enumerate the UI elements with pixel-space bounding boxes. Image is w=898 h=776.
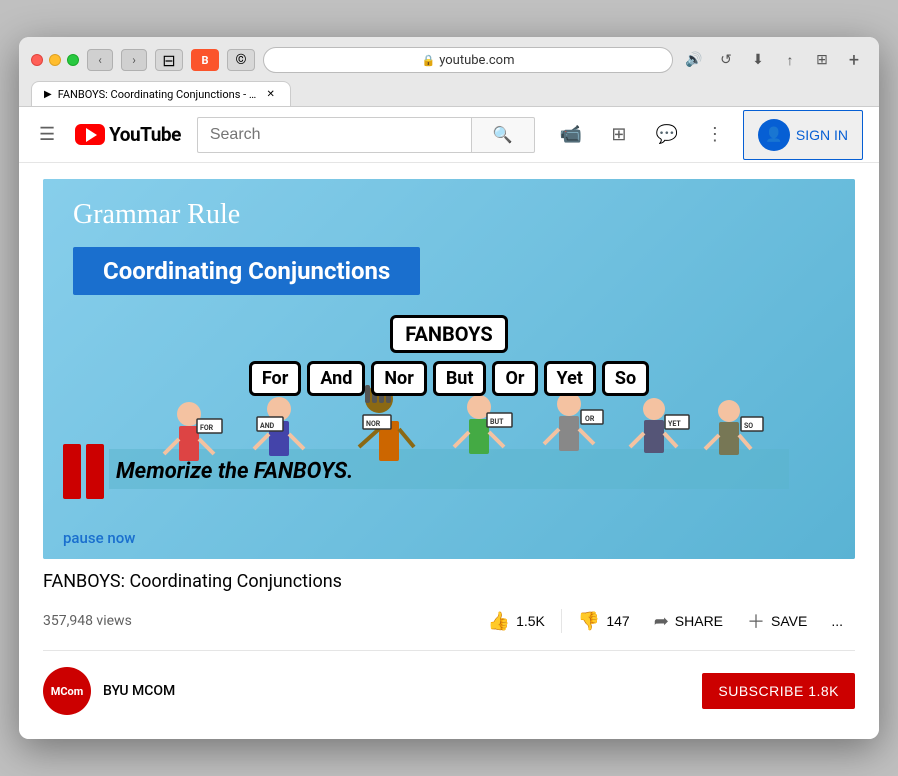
address-text: youtube.com: [439, 53, 514, 68]
fanboys-but: But: [433, 361, 487, 396]
tab-favicon: ▶: [44, 89, 52, 100]
like-button[interactable]: 👍 1.5K: [476, 603, 557, 640]
sidebar-toggle[interactable]: ⊟: [155, 49, 183, 71]
yt-logo-icon: [75, 124, 105, 145]
search-input[interactable]: [197, 117, 471, 153]
channel-avatar-text: MCom: [51, 685, 84, 698]
save-button[interactable]: ＋ SAVE: [735, 600, 819, 642]
play-triangle: [86, 128, 97, 142]
youtube-header: ☰ YouTube 🔍 📹 ⊞ 💬 ⋮ 👤 SIGN IN: [19, 107, 879, 163]
title-bar: ‹ › ⊟ B © 🔒 youtube.com 🔊 ↺ ⬇ ↑ ⊞ +: [19, 37, 879, 107]
video-content: Grammar Rule Coordinating Conjunctions F…: [43, 179, 855, 559]
forward-button[interactable]: ›: [121, 49, 147, 71]
brave-icon[interactable]: B: [191, 49, 219, 71]
subscribe-button[interactable]: SUBSCRIBE 1.8K: [702, 673, 855, 709]
speaker-icon[interactable]: 🔊: [681, 49, 707, 71]
download-icon[interactable]: ⬇: [745, 49, 771, 71]
share-button[interactable]: ➦ SHARE: [642, 603, 735, 640]
menu-icon[interactable]: ☰: [35, 120, 59, 149]
video-title: FANBOYS: Coordinating Conjunctions: [43, 571, 855, 592]
save-icon: ＋: [747, 608, 765, 634]
share-icon: ➦: [654, 611, 669, 632]
lock-icon: 🔒: [422, 54, 436, 67]
back-button[interactable]: ‹: [87, 49, 113, 71]
more-icon: ...: [831, 613, 843, 629]
channel-name: BYU MCOM: [103, 683, 175, 699]
thumb-up-icon: 👍: [488, 611, 510, 632]
tab-close-button[interactable]: ✕: [264, 87, 278, 101]
thumb-down-icon: 👎: [578, 611, 600, 632]
fanboys-yet: Yet: [544, 361, 596, 396]
fanboys-section: FANBOYS For And Nor But Or Yet So: [73, 315, 825, 396]
video-thumbnail[interactable]: Grammar Rule Coordinating Conjunctions F…: [43, 179, 855, 559]
sign-in-avatar: 👤: [758, 119, 790, 151]
dislike-button[interactable]: 👎 147: [566, 603, 642, 640]
address-bar[interactable]: 🔒 youtube.com: [263, 47, 673, 73]
video-actions: 👍 1.5K 👎 147 ➦ SHARE ＋: [476, 600, 855, 642]
apps-icon[interactable]: ⊞: [599, 115, 639, 155]
video-container: Grammar Rule Coordinating Conjunctions F…: [19, 163, 879, 739]
address-bar-row: 🔒 youtube.com: [263, 47, 673, 73]
like-count: 1.5K: [516, 613, 545, 629]
messenger-icon[interactable]: 💬: [647, 115, 687, 155]
share-browser-icon[interactable]: ↑: [777, 49, 803, 71]
minimize-button[interactable]: [49, 54, 61, 66]
yt-logo-text: YouTube: [109, 123, 181, 146]
channel-row: MCom BYU MCOM SUBSCRIBE 1.8K: [43, 659, 855, 715]
fanboys-so: So: [602, 361, 649, 396]
video-info: FANBOYS: Coordinating Conjunctions 357,9…: [43, 559, 855, 723]
close-button[interactable]: [31, 54, 43, 66]
separator: [43, 650, 855, 651]
search-container: 🔍: [197, 117, 535, 153]
fanboys-nor: Nor: [371, 361, 426, 396]
video-stats-row: 357,948 views 👍 1.5K 👎 147 ➦: [43, 600, 855, 642]
tabs-row: ▶ FANBOYS: Coordinating Conjunctions - Y…: [31, 81, 867, 106]
browser-window: ‹ › ⊟ B © 🔒 youtube.com 🔊 ↺ ⬇ ↑ ⊞ +: [19, 37, 879, 739]
youtube-logo[interactable]: YouTube: [75, 123, 181, 146]
dislike-count: 147: [606, 613, 629, 629]
browser-right-icons: 🔊 ↺ ⬇ ↑ ⊞ +: [681, 47, 867, 73]
extension-icon[interactable]: ©: [227, 49, 255, 71]
fanboys-title: FANBOYS: [390, 315, 507, 353]
more-actions-button[interactable]: ...: [819, 605, 855, 637]
share-label: SHARE: [675, 613, 723, 629]
grammar-rule-text: Grammar Rule: [73, 199, 825, 231]
fanboys-and: And: [307, 361, 365, 396]
coordinating-title: Coordinating Conjunctions: [73, 247, 420, 295]
traffic-lights: [31, 54, 79, 66]
fanboys-for: For: [249, 361, 301, 396]
fanboys-words: For And Nor But Or Yet So: [73, 361, 825, 396]
sign-in-button[interactable]: 👤 SIGN IN: [743, 110, 863, 160]
like-divider: [561, 609, 562, 633]
new-tab-button[interactable]: +: [841, 47, 867, 73]
create-icon[interactable]: 📹: [551, 115, 591, 155]
tab-title: FANBOYS: Coordinating Conjunctions - You…: [58, 88, 258, 101]
sign-in-label: SIGN IN: [796, 127, 848, 143]
save-label: SAVE: [771, 613, 807, 629]
video-views: 357,948 views: [43, 613, 476, 629]
page-content: ☰ YouTube 🔍 📹 ⊞ 💬 ⋮ 👤 SIGN IN: [19, 107, 879, 739]
maximize-button[interactable]: [67, 54, 79, 66]
header-right: 📹 ⊞ 💬 ⋮ 👤 SIGN IN: [551, 110, 863, 160]
search-button[interactable]: 🔍: [471, 117, 535, 153]
fanboys-or: Or: [492, 361, 537, 396]
channel-avatar: MCom: [43, 667, 91, 715]
sidebar-icon[interactable]: ⊞: [809, 49, 835, 71]
more-icon[interactable]: ⋮: [695, 115, 735, 155]
reload-icon[interactable]: ↺: [713, 49, 739, 71]
active-tab[interactable]: ▶ FANBOYS: Coordinating Conjunctions - Y…: [31, 81, 291, 106]
